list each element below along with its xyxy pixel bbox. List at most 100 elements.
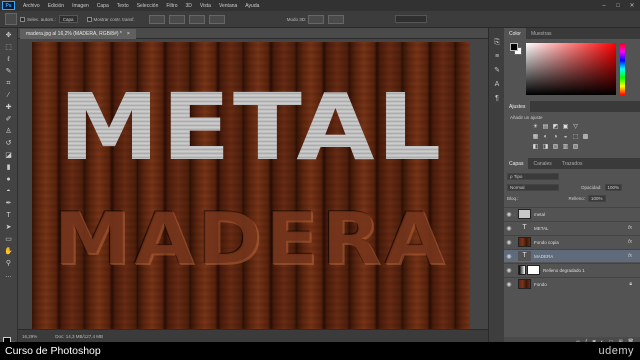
eyedropper-tool-icon[interactable]: ⁄ [3,91,14,100]
dodge-tool-icon[interactable]: ◓ [3,187,14,196]
auto-select-checkbox[interactable] [20,16,25,22]
photo-filter-adjustment-icon[interactable]: ◒ [562,134,569,141]
quick-select-tool-icon[interactable]: ✎ [3,67,14,76]
layer-row[interactable]: ◉ Fondo 🔒︎ [504,277,640,290]
opacity-field[interactable]: 100% [604,184,623,191]
gradient-map-adjustment-icon[interactable]: ▥ [562,144,569,151]
history-panel-icon[interactable]: ⎘ [492,38,502,47]
move-tool-icon[interactable]: ✥ [3,31,14,40]
properties-panel-icon[interactable]: ≡ [492,52,502,61]
selective-color-adjustment-icon[interactable]: ▧ [572,144,579,151]
color-picker-field[interactable] [526,43,616,95]
curves-adjustment-icon[interactable]: ◩ [552,124,559,131]
levels-adjustment-icon[interactable]: ▤ [542,124,549,131]
visibility-eye-icon[interactable]: ◉ [504,239,514,246]
menu-texto[interactable]: Texto [113,3,133,9]
layer-name[interactable]: MADERA [534,254,553,259]
show-transform-checkbox[interactable] [86,16,92,22]
menu-capa[interactable]: Capa [93,3,113,9]
distribute-buttons[interactable] [168,14,185,24]
close-tab-icon[interactable]: × [127,31,130,37]
path-select-tool-icon[interactable]: ➤ [3,223,14,232]
layer-effects-icon[interactable]: fx [628,239,632,245]
menu-ventana[interactable]: Ventana [215,3,241,9]
tab-trazados[interactable]: Trazados [557,158,588,169]
zoom-tool-icon[interactable]: ⚲ [3,259,14,268]
minimize-icon[interactable]: – [598,0,610,11]
vibrance-adjustment-icon[interactable]: ▽ [572,124,579,131]
layer-name[interactable]: Fondo [534,282,547,287]
marquee-tool-icon[interactable]: ⬚ [3,43,14,52]
invert-adjustment-icon[interactable]: ◧ [532,144,539,151]
rectangle-tool-icon[interactable]: ▭ [3,235,14,244]
clone-stamp-tool-icon[interactable]: ♙ [3,127,14,136]
3d-camera-buttons[interactable] [328,14,345,24]
distribute-spacing-buttons[interactable] [208,14,225,24]
visibility-eye-icon[interactable]: ◉ [504,253,514,260]
layer-kind-filter[interactable]: ρ Tipo [507,173,559,180]
foreground-color-swatch[interactable] [3,337,11,342]
tab-muestras[interactable]: Muestras [526,28,557,39]
tab-ajustes[interactable]: Ajustes [504,101,531,112]
layer-row[interactable]: ◉ Relleno degradado 1 [504,263,640,276]
layer-name[interactable]: metal [534,212,545,217]
layer-effects-icon[interactable]: fx [628,253,632,259]
pen-tool-icon[interactable]: ✒ [3,199,14,208]
auto-select-target-select[interactable]: Capa [58,15,78,23]
fill-field[interactable]: 100% [588,195,606,202]
crop-tool-icon[interactable]: ⌗ [3,79,14,88]
threshold-adjustment-icon[interactable]: ▨ [552,144,559,151]
character-panel-icon[interactable]: A [492,80,502,89]
tab-color[interactable]: Color [504,28,526,39]
layer-row[interactable]: ◉ T METAL fx [504,221,640,234]
layer-name[interactable]: Relleno degradado 1 [543,268,585,273]
menu-imagen[interactable]: Imagen [68,3,93,9]
align-buttons[interactable] [148,14,165,24]
blur-tool-icon[interactable]: ● [3,175,14,184]
menu-vista[interactable]: Vista [196,3,215,9]
posterize-adjustment-icon[interactable]: ◨ [542,144,549,151]
color-balance-adjustment-icon[interactable]: ◐ [542,134,549,141]
tab-capas[interactable]: Capas [504,158,529,169]
hand-tool-icon[interactable]: ✋ [3,247,14,256]
maximize-icon[interactable]: □ [612,0,624,11]
workspace-select[interactable] [395,15,428,23]
image-canvas[interactable]: METAL MADERA [32,42,470,329]
tab-canales[interactable]: Canales [528,158,556,169]
menu-archivo[interactable]: Archivo [19,3,44,9]
visibility-eye-icon[interactable]: ◉ [504,211,514,218]
layer-name[interactable]: Fondo copia [534,240,559,245]
menu-edicion[interactable]: Edición [44,3,68,9]
document-tab[interactable]: madera.jpg al 16,2% (MADERA, RGB/8#) * × [20,29,136,39]
more-tools-icon[interactable]: … [3,271,14,280]
brush-panel-icon[interactable]: ✎ [492,66,502,75]
layer-row[interactable]: ◉ Fondo copia fx [504,235,640,248]
eraser-tool-icon[interactable]: ◪ [3,151,14,160]
align-edges-buttons[interactable] [188,14,205,24]
menu-seleccion[interactable]: Selección [133,3,163,9]
menu-ayuda[interactable]: Ayuda [241,3,263,9]
menu-filtro[interactable]: Filtro [162,3,181,9]
zoom-level[interactable]: 16,29% [22,334,37,339]
3d-tools-buttons[interactable] [308,14,325,24]
color-panel-foreground-swatch[interactable] [510,43,518,51]
black-white-adjustment-icon[interactable]: ◑ [552,134,559,141]
layer-name[interactable]: METAL [534,226,549,231]
close-window-icon[interactable]: ✕ [626,0,638,11]
channel-mixer-adjustment-icon[interactable]: ⬚ [572,134,579,141]
color-lookup-adjustment-icon[interactable]: ▩ [582,134,589,141]
paragraph-panel-icon[interactable]: ¶ [492,94,502,103]
hue-saturation-adjustment-icon[interactable]: ▦ [532,134,539,141]
brush-tool-icon[interactable]: ✐ [3,115,14,124]
history-brush-tool-icon[interactable]: ↺ [3,139,14,148]
brightness-adjustment-icon[interactable]: ☀ [532,124,539,131]
menu-3d[interactable]: 3D [182,3,196,9]
layer-row[interactable]: ◉ ⁞ metal [504,207,640,220]
visibility-eye-icon[interactable]: ◉ [504,267,514,274]
gradient-tool-icon[interactable]: ▮ [3,163,14,172]
type-tool-icon[interactable]: T [3,211,14,220]
healing-brush-tool-icon[interactable]: ✚ [3,103,14,112]
blend-mode-select[interactable]: Normal [507,184,559,191]
move-tool-preset-icon[interactable] [5,13,17,25]
exposure-adjustment-icon[interactable]: ▣ [562,124,569,131]
